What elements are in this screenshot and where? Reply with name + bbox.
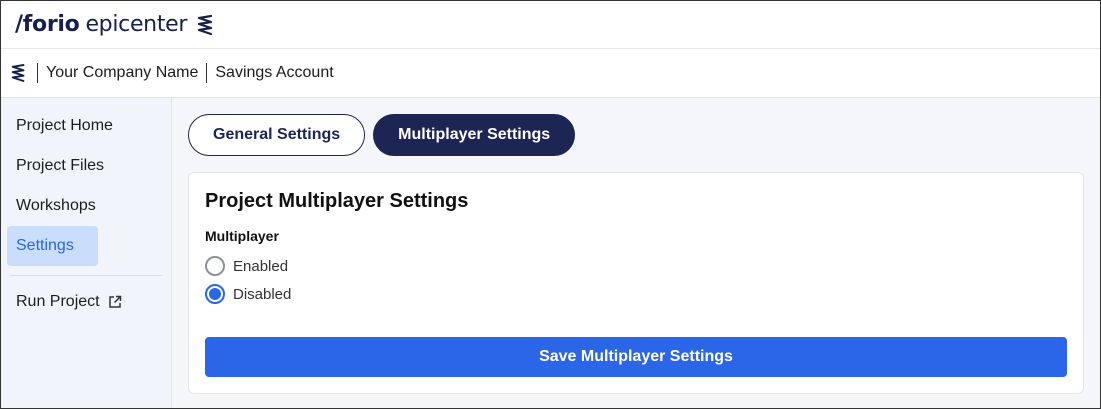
- radio-enabled[interactable]: [205, 256, 225, 276]
- settings-tabs: General Settings Multiplayer Settings: [188, 114, 1084, 156]
- radio-disabled[interactable]: [205, 284, 225, 304]
- logo-epicenter-text: epicenter: [85, 12, 188, 37]
- breadcrumb-separator: [37, 63, 38, 83]
- main-panel: General Settings Multiplayer Settings Pr…: [172, 98, 1100, 408]
- breadcrumb: Your Company Name Savings Account: [1, 49, 1100, 98]
- logo-forio-text: /forio: [15, 12, 80, 37]
- radio-enabled-label: Enabled: [233, 257, 289, 275]
- tab-multiplayer-settings[interactable]: Multiplayer Settings: [373, 114, 576, 156]
- sidebar-divider: [10, 275, 162, 276]
- radio-disabled-label: Disabled: [233, 285, 292, 303]
- brand-bar: /forio epicenter: [1, 1, 1100, 49]
- tab-general-settings[interactable]: General Settings: [188, 114, 366, 156]
- radio-option-disabled[interactable]: Disabled: [205, 280, 1067, 308]
- forio-logo[interactable]: /forio epicenter: [15, 12, 215, 37]
- sidebar-item-project-home[interactable]: Project Home: [7, 106, 122, 146]
- content-area: Project Home Project Files Workshops Set…: [1, 98, 1100, 408]
- sidebar-item-workshops[interactable]: Workshops: [7, 186, 105, 226]
- external-link-icon: [108, 295, 121, 308]
- breadcrumb-company[interactable]: Your Company Name: [46, 64, 198, 82]
- sidebar: Project Home Project Files Workshops Set…: [1, 98, 172, 408]
- epicenter-mark-icon: [198, 14, 213, 35]
- breadcrumb-separator: [206, 63, 208, 83]
- card-title: Project Multiplayer Settings: [205, 190, 469, 212]
- epicenter-mark-icon[interactable]: [11, 64, 27, 82]
- save-multiplayer-settings-button[interactable]: Save Multiplayer Settings: [205, 337, 1067, 377]
- radio-option-enabled[interactable]: Enabled: [205, 252, 1067, 280]
- multiplayer-settings-card: Project Multiplayer Settings Multiplayer…: [188, 172, 1084, 394]
- sidebar-item-settings[interactable]: Settings: [7, 226, 98, 266]
- sidebar-item-run-project[interactable]: Run Project: [7, 282, 131, 322]
- app-window: /forio epicenter Your Company Name Savin…: [0, 0, 1101, 409]
- breadcrumb-project[interactable]: Savings Account: [215, 64, 333, 82]
- sidebar-item-project-files[interactable]: Project Files: [7, 146, 113, 186]
- multiplayer-field-label: Multiplayer: [205, 228, 279, 244]
- sidebar-item-label: Run Project: [16, 293, 100, 310]
